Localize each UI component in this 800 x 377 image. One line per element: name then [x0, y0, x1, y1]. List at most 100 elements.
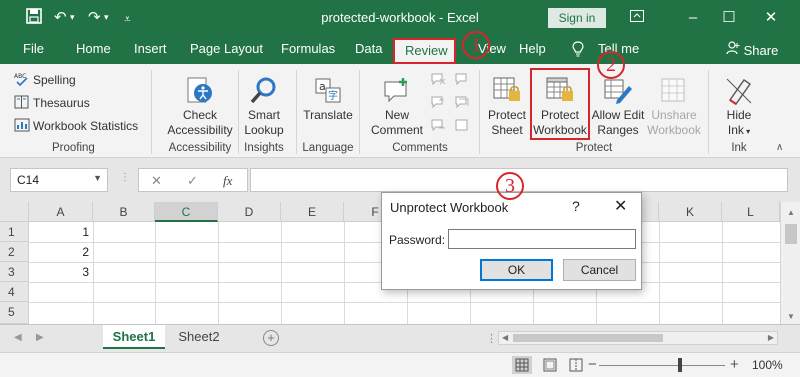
gridline	[722, 222, 723, 324]
tab-data[interactable]: Data	[355, 41, 382, 56]
save-icon[interactable]	[26, 8, 42, 28]
tab-help[interactable]: Help	[519, 41, 546, 56]
ribbon-display-options-icon[interactable]	[624, 6, 650, 30]
close-window-button[interactable]: ✕	[758, 6, 784, 30]
column-header-k[interactable]: K	[659, 202, 722, 222]
zoom-in-icon[interactable]: +	[730, 356, 739, 373]
column-header-c[interactable]: C	[155, 202, 218, 222]
name-box-value: C14	[17, 173, 40, 187]
tab-file[interactable]: File	[23, 41, 44, 56]
new-comment-line2: Comment	[370, 123, 423, 137]
protect-workbook-line2: Workbook	[533, 123, 587, 137]
zoom-slider[interactable]	[599, 365, 725, 366]
comments-group-label: Comments	[392, 142, 448, 154]
unshare-workbook-line1: Unshare	[651, 108, 697, 122]
restore-button[interactable]: ☐	[716, 6, 742, 30]
column-header-d[interactable]: D	[218, 202, 281, 222]
smart-lookup-line1: Smart	[247, 108, 280, 122]
cell-a3[interactable]: 3	[30, 262, 92, 282]
previous-comment-icon	[430, 95, 446, 112]
horizontal-scrollbar[interactable]: ◀ ▶	[498, 331, 778, 345]
tab-page-layout[interactable]: Page Layout	[190, 41, 263, 56]
new-comment-icon	[384, 78, 407, 103]
lightbulb-icon[interactable]	[572, 41, 584, 60]
column-header-b[interactable]: B	[93, 202, 155, 222]
ok-button[interactable]: OK	[480, 259, 553, 281]
sign-in-button[interactable]: Sign in	[548, 8, 606, 28]
cancel-button[interactable]: Cancel	[563, 259, 636, 281]
row-header-1[interactable]: 1	[0, 222, 29, 242]
cell-a1[interactable]: 1	[30, 222, 92, 242]
next-sheet-icon[interactable]: ▶	[36, 332, 44, 343]
customize-toolbar-icon[interactable]: ⩡	[124, 12, 131, 27]
zoom-level[interactable]: 100%	[752, 358, 783, 372]
previous-sheet-icon[interactable]: ◀	[14, 332, 22, 343]
protect-workbook-button[interactable]: Protect Workbook	[530, 68, 590, 140]
hide-ink-button[interactable]: Hide Ink ▾	[716, 76, 762, 139]
name-box-dropdown-icon[interactable]: ▼	[93, 173, 102, 183]
confirm-entry-icon[interactable]: ✓	[187, 173, 198, 189]
name-box[interactable]: C14 ▼	[10, 168, 108, 192]
column-header-e[interactable]: E	[281, 202, 344, 222]
tab-review[interactable]: Review	[393, 38, 456, 64]
tab-formulas[interactable]: Formulas	[281, 41, 335, 56]
sheet-tab-sheet1[interactable]: Sheet1	[103, 325, 165, 349]
row-header-3[interactable]: 3	[0, 262, 29, 282]
step-2-annotation: 2	[597, 51, 625, 79]
tab-home[interactable]: Home	[76, 41, 111, 56]
vertical-scroll-thumb[interactable]	[785, 224, 797, 244]
cancel-entry-icon[interactable]: ✕	[151, 173, 162, 189]
select-all-corner[interactable]	[0, 202, 29, 222]
insert-function-icon[interactable]: fx	[223, 173, 232, 189]
redo-dropdown-icon[interactable]: ▾	[104, 12, 109, 23]
protect-sheet-button[interactable]: Protect Sheet	[483, 76, 531, 138]
zoom-out-icon[interactable]: −	[588, 356, 597, 373]
menu-tabs: File Home Insert Page Layout Formulas Da…	[0, 36, 800, 64]
thesaurus-button[interactable]: Thesaurus	[14, 95, 90, 110]
password-field[interactable]	[448, 229, 636, 249]
undo-icon[interactable]: ↶	[54, 8, 67, 26]
notes-icon	[454, 118, 470, 135]
gridline	[218, 222, 219, 324]
check-accessibility-line2: Accessibility	[167, 123, 233, 137]
row-header-2[interactable]: 2	[0, 242, 29, 262]
zoom-slider-thumb[interactable]	[678, 358, 682, 372]
minimize-button[interactable]: –	[680, 6, 706, 30]
search-icon	[250, 77, 276, 104]
cell-a2[interactable]: 2	[30, 242, 92, 262]
collapse-ribbon-icon[interactable]: ∧	[776, 142, 783, 153]
step-3-annotation: 3	[496, 172, 524, 200]
scroll-down-icon[interactable]: ▼	[787, 312, 795, 321]
share-button[interactable]: Share	[726, 41, 778, 58]
row-header-5[interactable]: 5	[0, 302, 29, 324]
translate-button[interactable]: a字 Translate	[300, 76, 356, 123]
scroll-left-icon[interactable]: ◀	[502, 333, 508, 342]
translate-label: Translate	[303, 108, 353, 122]
horizontal-scroll-thumb[interactable]	[513, 334, 663, 342]
tab-splitter-icon[interactable]: ⋮	[486, 332, 497, 345]
scroll-up-icon[interactable]: ▲	[787, 208, 795, 217]
sheet-tab-sheet2[interactable]: Sheet2	[168, 325, 230, 349]
normal-view-icon[interactable]	[512, 356, 532, 374]
formula-bar-handle-icon[interactable]: ⋮	[120, 172, 130, 183]
scroll-right-icon[interactable]: ▶	[768, 333, 774, 342]
column-header-l[interactable]: L	[722, 202, 780, 222]
help-icon[interactable]: ?	[572, 198, 580, 214]
workbook-statistics-button[interactable]: Workbook Statistics	[14, 118, 138, 133]
column-header-a[interactable]: A	[29, 202, 93, 222]
smart-lookup-button[interactable]: Smart Lookup	[241, 76, 287, 138]
add-sheet-icon[interactable]: +	[263, 330, 279, 346]
row-header-4[interactable]: 4	[0, 282, 29, 302]
allow-edit-ranges-button[interactable]: Allow Edit Ranges	[590, 76, 646, 138]
new-comment-button[interactable]: New Comment	[365, 76, 429, 138]
redo-icon[interactable]: ↷	[88, 8, 101, 26]
dialog-close-icon[interactable]: ✕	[614, 196, 627, 216]
spelling-button[interactable]: ABC Spelling	[14, 72, 76, 87]
page-break-preview-icon[interactable]	[566, 356, 586, 374]
undo-dropdown-icon[interactable]: ▾	[70, 12, 75, 23]
vertical-scrollbar[interactable]: ▲ ▼	[780, 202, 800, 324]
check-accessibility-button[interactable]: Check Accessibility	[158, 76, 242, 138]
page-layout-view-icon[interactable]	[540, 356, 560, 374]
title-bar: ↶ ▾ ↷ ▾ ⩡ protected-workbook - Excel Sig…	[0, 0, 800, 36]
tab-insert[interactable]: Insert	[134, 41, 167, 56]
